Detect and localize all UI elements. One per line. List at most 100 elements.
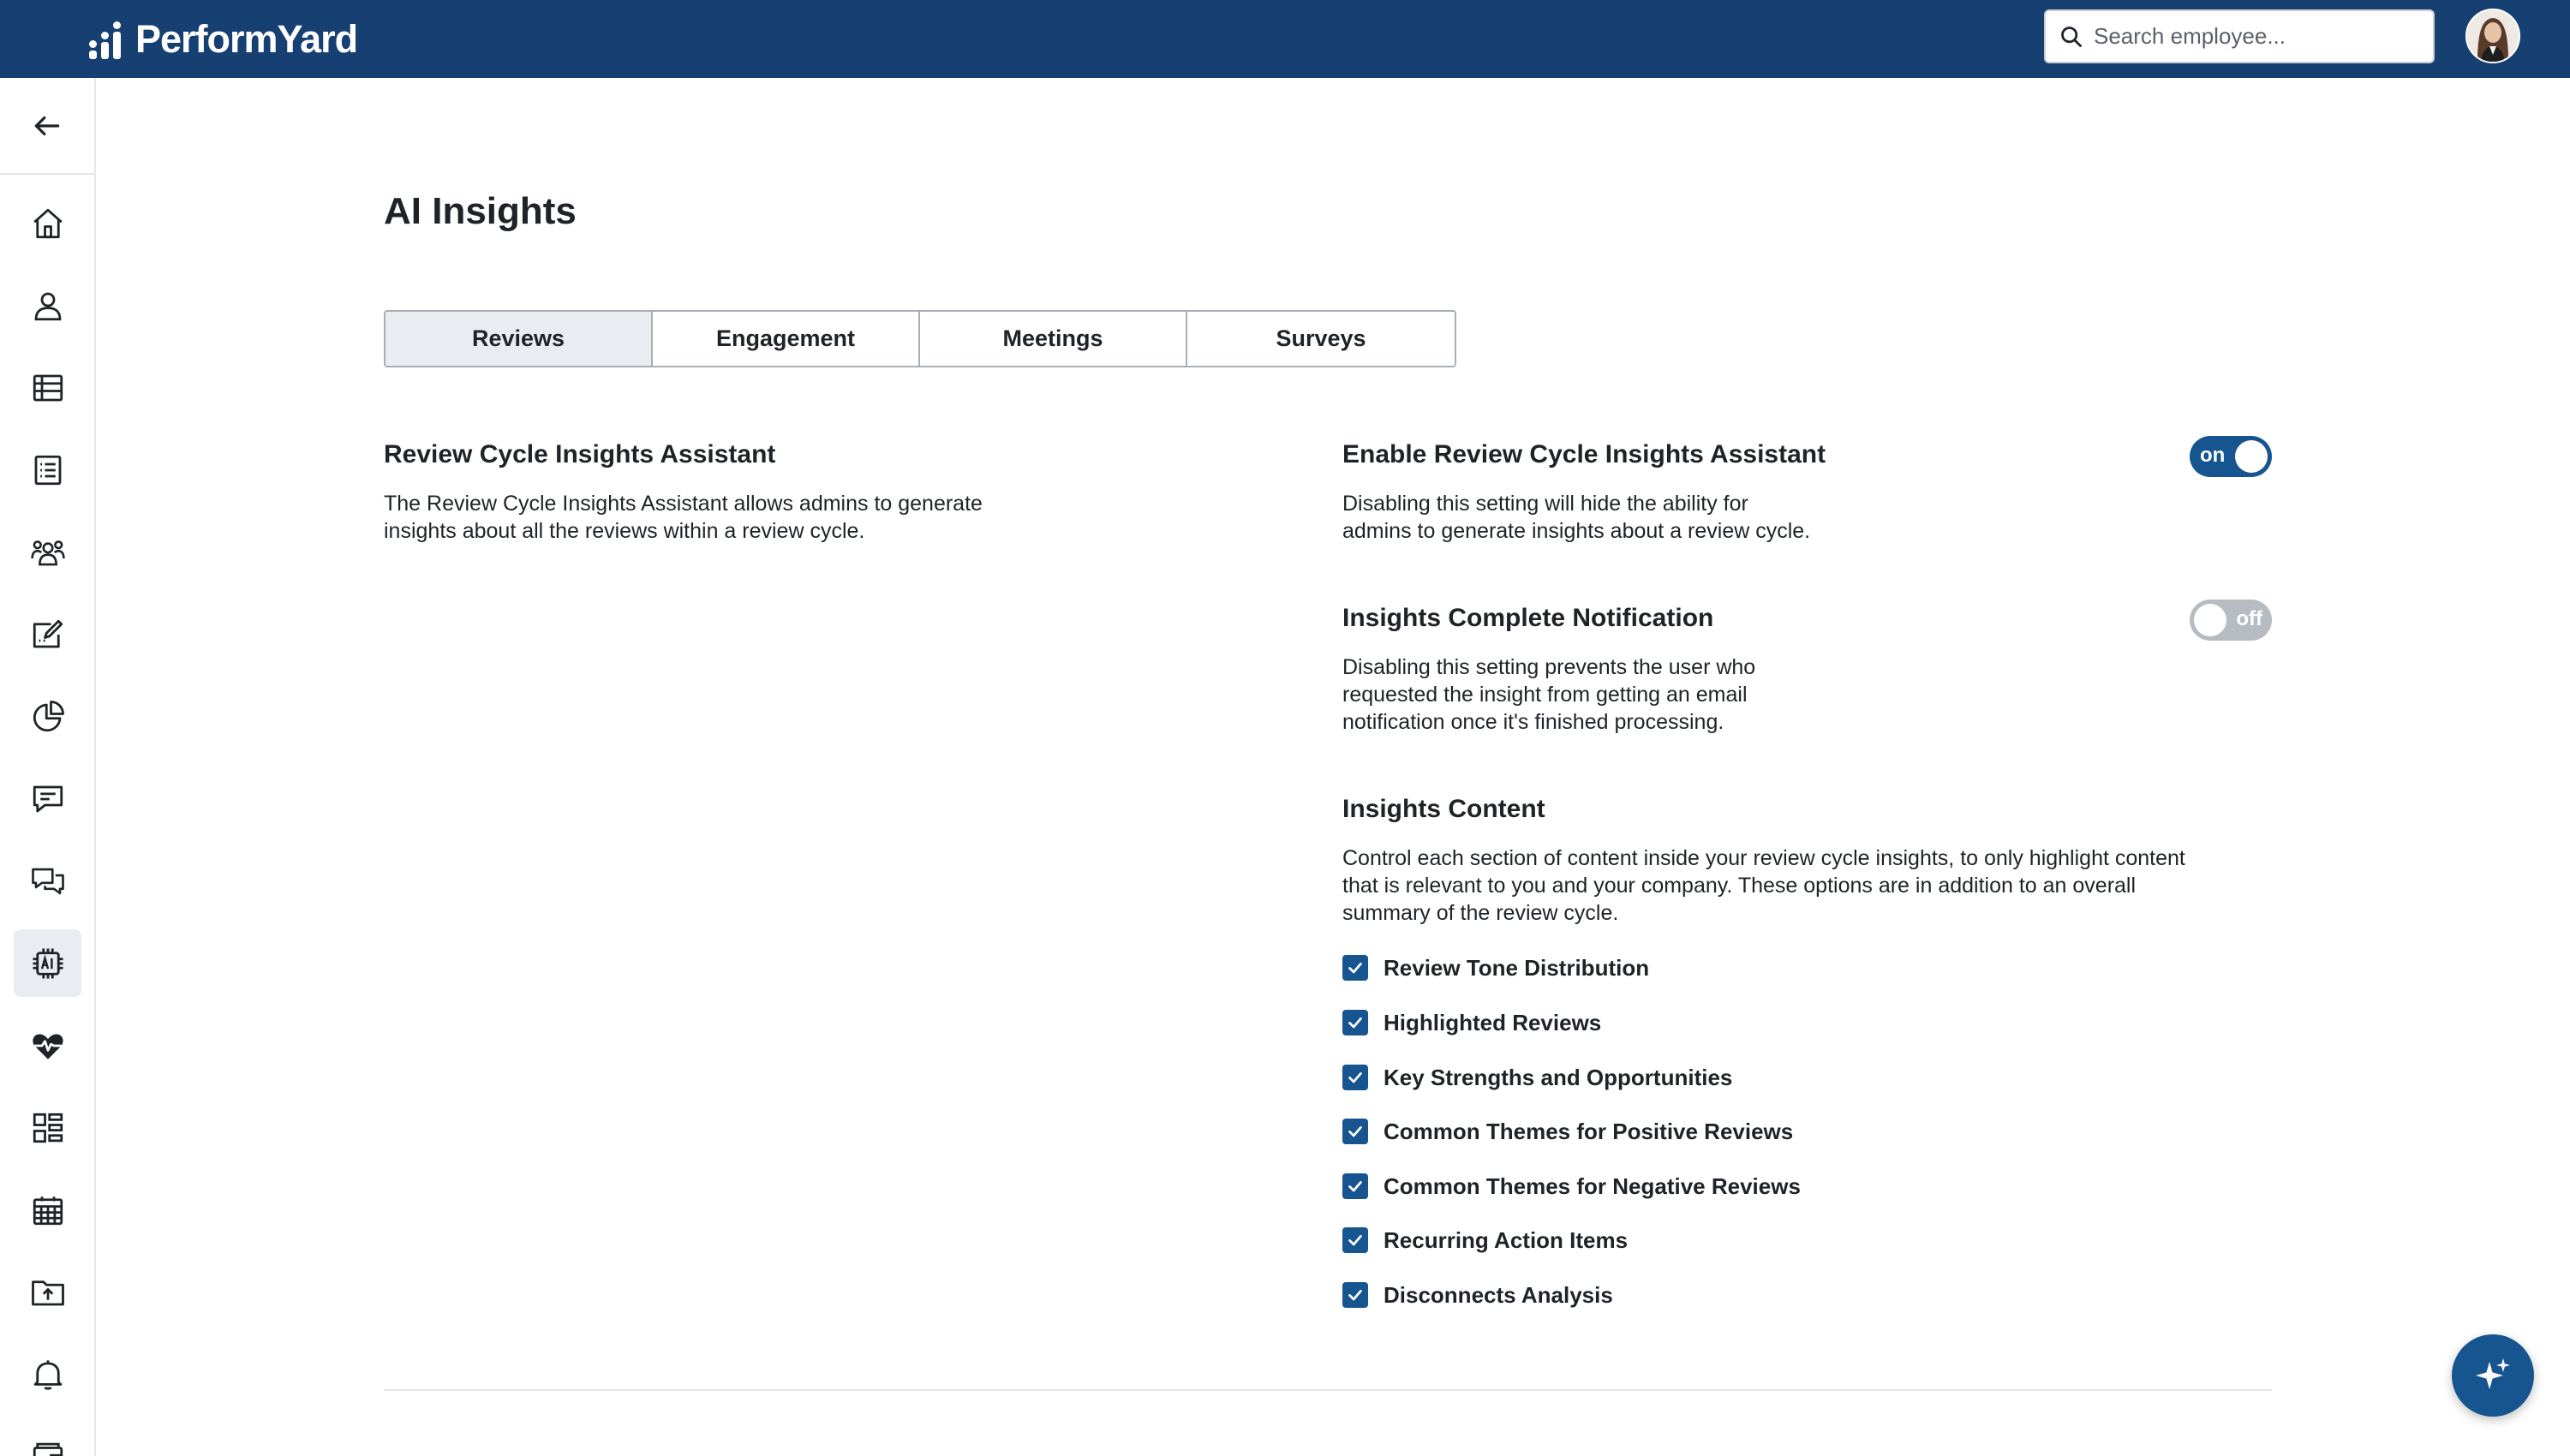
description-line: Control each section of content inside y…	[1342, 846, 2185, 870]
checkmark-icon	[1348, 1290, 1362, 1301]
conversations-icon	[31, 868, 64, 894]
checkbox-checked[interactable]	[1342, 1010, 1368, 1035]
comment-icon	[33, 785, 63, 812]
checkbox-checked[interactable]	[1342, 955, 1368, 981]
search-box[interactable]	[2044, 9, 2435, 63]
heartbeat-icon	[32, 1034, 63, 1059]
edit-icon	[33, 619, 63, 647]
checkmark-icon	[1348, 1072, 1362, 1083]
checkmark-icon	[1348, 1235, 1362, 1246]
sidebar-item-table[interactable]	[14, 354, 81, 421]
table-icon	[33, 374, 63, 401]
sidebar-item-people[interactable]	[14, 272, 81, 339]
sidebar-item-calendar[interactable]	[14, 1176, 81, 1244]
description-line: notification once it's finished processi…	[1342, 710, 1724, 734]
dashboard-icon	[33, 1113, 63, 1143]
checkbox-checked[interactable]	[1342, 1282, 1368, 1308]
notification-toggle[interactable]: off	[2190, 600, 2272, 641]
sparkle-icon	[2476, 1358, 2510, 1389]
section-divider	[384, 1389, 2272, 1391]
tab-reviews[interactable]: Reviews	[386, 312, 653, 366]
setting-title-insights-content: Insights Content	[1342, 795, 1545, 823]
option-label: Review Tone Distribution	[1384, 954, 1650, 981]
list-icon	[34, 455, 61, 485]
checkmark-icon	[1348, 1181, 1362, 1192]
checkbox-checked[interactable]	[1342, 1227, 1368, 1253]
setting-description-enable-assistant: Disabling this setting will hide the abi…	[1342, 490, 1810, 545]
arrow-left-icon	[34, 116, 60, 135]
option-disconnects-analysis[interactable]: Disconnects Analysis	[1342, 1281, 1613, 1309]
option-label: Recurring Action Items	[1384, 1226, 1629, 1253]
checkmark-icon	[1348, 1017, 1362, 1029]
avatar-image	[2467, 10, 2519, 62]
sidebar-item-pulse[interactable]	[14, 1011, 81, 1079]
description-line: admins to generate insights about a revi…	[1342, 519, 1811, 543]
setting-description-notification: Disabling this setting prevents the user…	[1342, 653, 1755, 736]
sidebar-item-ai-insights[interactable]	[14, 929, 81, 997]
option-label: Common Themes for Negative Reviews	[1384, 1173, 1801, 1199]
checkbox-checked[interactable]	[1342, 1173, 1368, 1199]
home-icon	[33, 208, 63, 238]
section-description-insights-assistant: The Review Cycle Insights Assistant allo…	[384, 490, 983, 545]
search-input[interactable]	[2094, 23, 2419, 50]
toggle-state-label: off	[2236, 607, 2262, 630]
performyard-logo[interactable]: PerformYard	[86, 15, 358, 63]
option-highlighted-reviews[interactable]: Highlighted Reviews	[1342, 1009, 1601, 1036]
calendar-icon	[33, 1196, 63, 1225]
brand-name: PerformYard	[135, 17, 358, 61]
toggle-knob	[2235, 440, 2268, 473]
sidebar-item-conversations[interactable]	[14, 847, 81, 915]
setting-title-notification: Insights Complete Notification	[1342, 604, 1714, 632]
logo-mark-icon	[86, 18, 128, 61]
sidebar-item-feedback[interactable]	[14, 765, 81, 832]
tab-meetings[interactable]: Meetings	[920, 312, 1187, 366]
option-recurring-action-items[interactable]: Recurring Action Items	[1342, 1226, 1628, 1254]
sidebar-item-documents[interactable]	[14, 1258, 81, 1326]
search-icon	[2061, 26, 2082, 47]
description-line: requested the insight from getting an em…	[1342, 683, 1748, 707]
top-bar: PerformYard	[0, 0, 2570, 78]
checkbox-checked[interactable]	[1342, 1065, 1368, 1090]
enable-assistant-toggle[interactable]: on	[2190, 436, 2272, 477]
option-negative-themes[interactable]: Common Themes for Negative Reviews	[1342, 1173, 1801, 1200]
sidebar-item-wallet[interactable]	[14, 1423, 81, 1456]
back-button[interactable]	[0, 78, 94, 175]
page-title: AI Insights	[384, 190, 577, 232]
folder-upload-icon	[31, 1280, 64, 1305]
option-label: Common Themes for Positive Reviews	[1384, 1118, 1794, 1144]
toggle-state-label: on	[2200, 444, 2226, 467]
option-label: Key Strengths and Opportunities	[1384, 1064, 1733, 1090]
description-line: that is relevant to you and your company…	[1342, 874, 2137, 898]
sidebar-item-analytics[interactable]	[14, 683, 81, 750]
sidebar-item-notifications[interactable]	[14, 1340, 81, 1408]
sidebar-item-edit[interactable]	[14, 600, 81, 668]
pie-chart-icon	[33, 700, 64, 731]
tab-bar: Reviews Engagement Meetings Surveys	[384, 310, 1456, 367]
tab-engagement[interactable]: Engagement	[653, 312, 920, 366]
option-key-strengths[interactable]: Key Strengths and Opportunities	[1342, 1064, 1732, 1091]
option-label: Disconnects Analysis	[1384, 1281, 1613, 1308]
sidebar-item-dashboard[interactable]	[14, 1094, 81, 1161]
ai-assistant-button[interactable]	[2452, 1334, 2534, 1417]
option-label: Highlighted Reviews	[1384, 1009, 1602, 1035]
ai-chip-icon	[33, 948, 63, 978]
tab-surveys[interactable]: Surveys	[1187, 312, 1455, 366]
option-positive-themes[interactable]: Common Themes for Positive Reviews	[1342, 1118, 1793, 1145]
wallet-icon	[33, 1442, 63, 1456]
setting-title-enable-assistant: Enable Review Cycle Insights Assistant	[1342, 440, 1826, 468]
checkbox-checked[interactable]	[1342, 1119, 1368, 1144]
description-line: Disabling this setting prevents the user…	[1342, 655, 1756, 679]
checkmark-icon	[1348, 963, 1362, 974]
description-line: summary of the review cycle.	[1342, 901, 1619, 925]
option-review-tone-distribution[interactable]: Review Tone Distribution	[1342, 954, 1649, 982]
team-icon	[30, 540, 65, 565]
sidebar	[0, 78, 96, 1456]
description-line: insights about all the reviews within a …	[384, 519, 865, 543]
description-line: Disabling this setting will hide the abi…	[1342, 492, 1748, 516]
toggle-knob	[2194, 604, 2226, 636]
user-avatar[interactable]	[2465, 9, 2520, 63]
sidebar-item-team[interactable]	[14, 518, 81, 586]
person-icon	[34, 292, 61, 320]
sidebar-item-list[interactable]	[14, 436, 81, 504]
sidebar-item-home[interactable]	[14, 189, 81, 257]
